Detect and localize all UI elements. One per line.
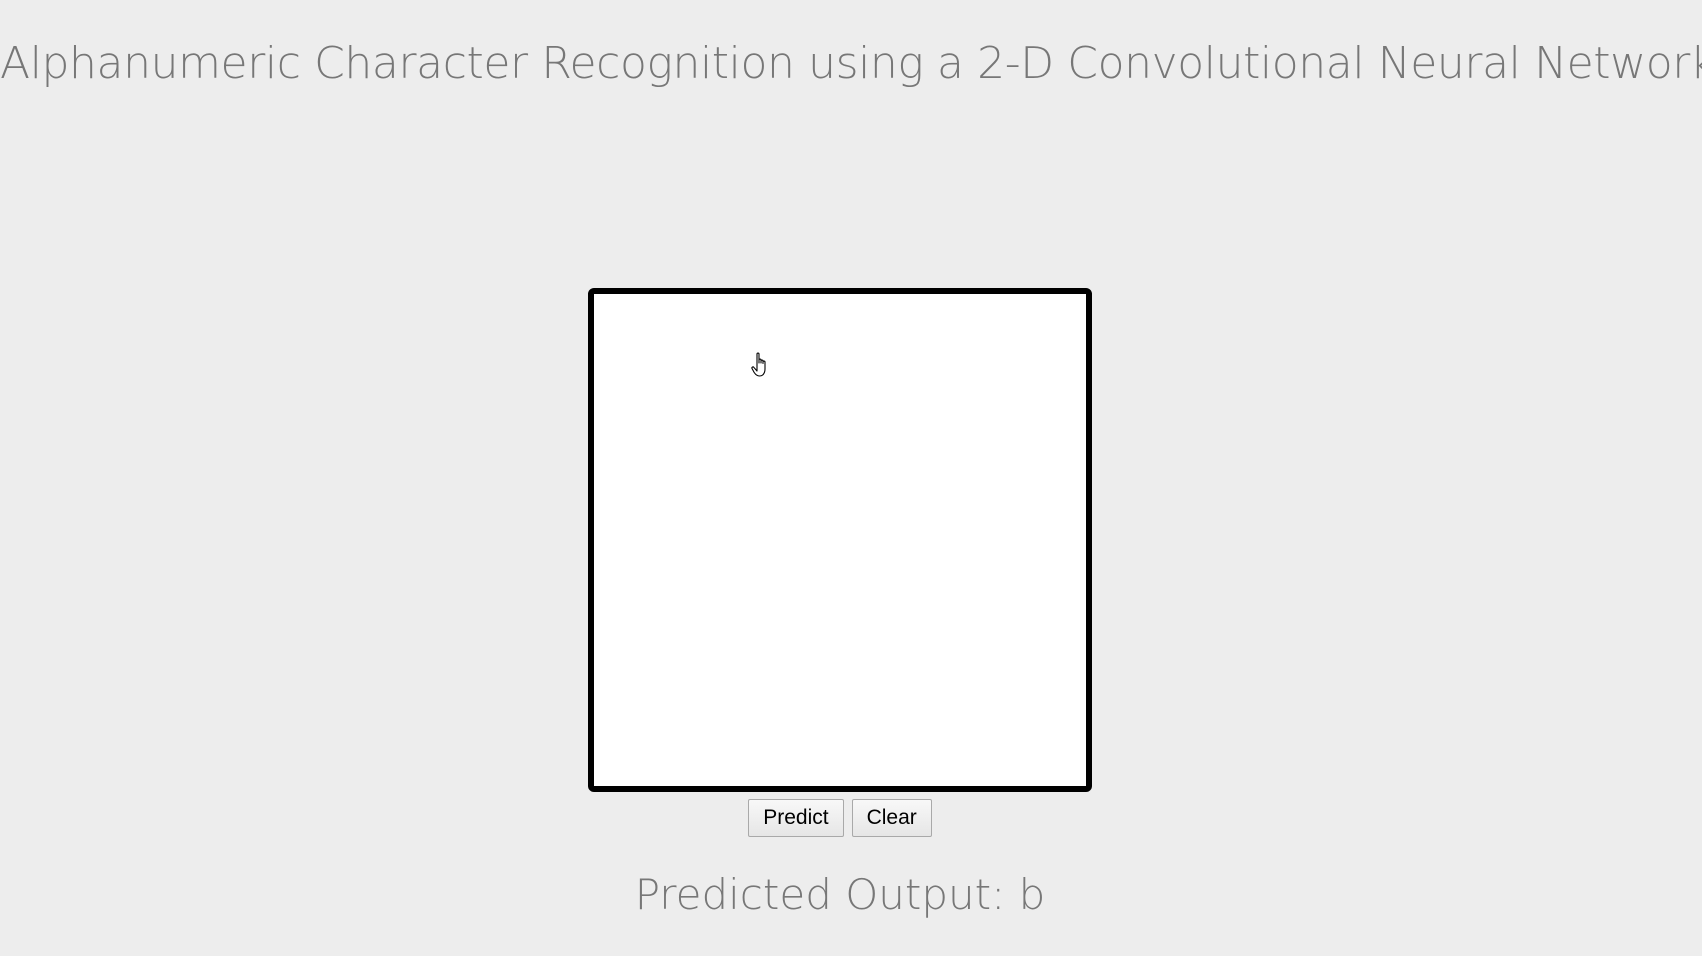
clear-button[interactable]: Clear: [851, 799, 932, 837]
hand-pointer-icon: [751, 352, 766, 377]
predicted-output-label: Predicted Output:: [634, 870, 1006, 919]
page: Alphanumeric Character Recognition using…: [0, 0, 1702, 956]
button-row: Predict Clear: [0, 799, 1680, 837]
drawing-canvas[interactable]: [588, 288, 1092, 792]
predicted-output-value: b: [1018, 870, 1046, 919]
predict-button[interactable]: Predict: [748, 799, 844, 837]
predicted-output: Predicted Output: b: [0, 870, 1680, 919]
page-title: Alphanumeric Character Recognition using…: [0, 38, 1702, 89]
